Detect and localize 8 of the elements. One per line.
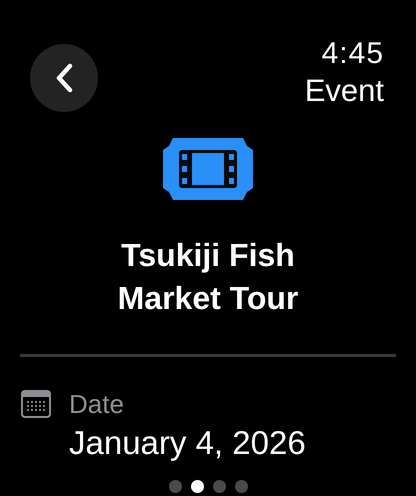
calendar-icon	[21, 390, 51, 418]
detail-label: Date	[69, 388, 125, 421]
event-title: Tsukiji Fish Market Tour	[116, 236, 300, 318]
time: 4:45	[322, 36, 384, 72]
back-icon	[55, 63, 73, 93]
screen-title: Event	[304, 72, 384, 110]
detail-value: January 4, 2026	[69, 423, 307, 463]
ticket-film-icon	[163, 138, 253, 200]
